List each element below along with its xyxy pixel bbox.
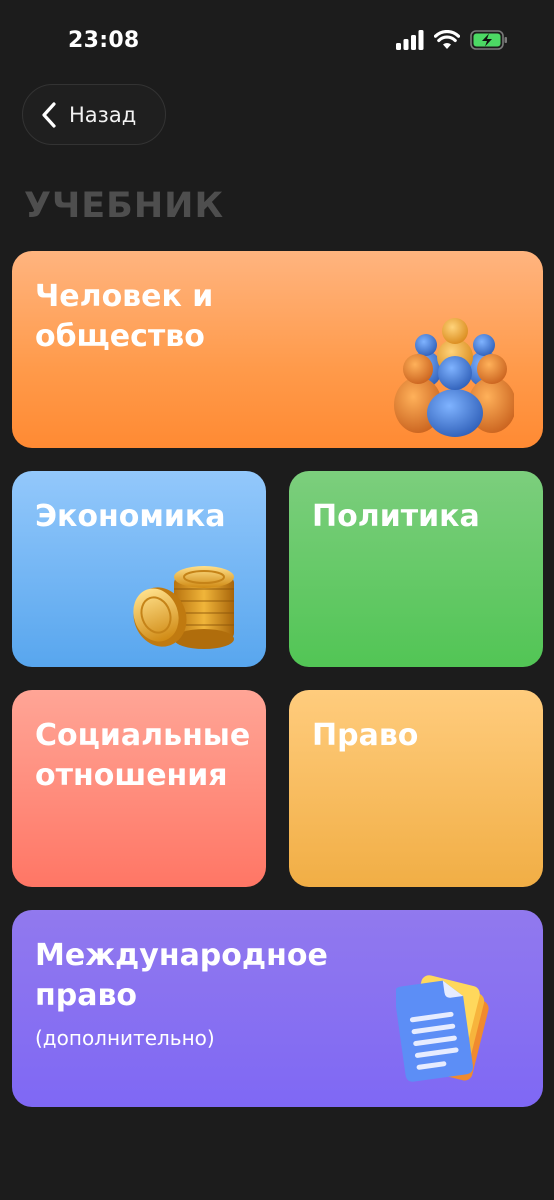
card-law[interactable]: Право — [289, 690, 543, 887]
card-politics[interactable]: Политика — [289, 471, 543, 667]
signal-icon — [396, 30, 424, 50]
chevron-left-icon — [42, 101, 56, 128]
card-title: Человек и общество — [35, 279, 214, 354]
wifi-icon — [434, 30, 460, 49]
card-economy[interactable]: Экономика — [12, 471, 266, 667]
card-social-relations[interactable]: Социальные отношения — [12, 690, 266, 887]
documents-icon — [396, 975, 489, 1082]
status-time: 23:08 — [68, 28, 140, 53]
coins-icon — [133, 566, 234, 649]
screen: 23:08 Назад УЧЕБНИК Человек и общество Э… — [0, 0, 554, 1200]
people-group-icon — [394, 318, 514, 437]
back-button-label: Назад — [69, 102, 137, 127]
card-title: Политика — [312, 499, 480, 534]
card-subtitle: (дополнительно) — [35, 1026, 215, 1050]
back-button[interactable]: Назад — [22, 84, 166, 145]
section-title: УЧЕБНИК — [24, 186, 225, 226]
status-icons — [396, 30, 508, 50]
battery-charging-icon — [470, 30, 507, 50]
card-society[interactable]: Человек и общество — [12, 251, 543, 448]
card-title: Социальные отношения — [35, 718, 251, 793]
card-title: Международное право — [35, 938, 328, 1013]
card-international-law[interactable]: Международное право (дополнительно) — [12, 910, 543, 1107]
card-title: Право — [312, 718, 419, 753]
card-title: Экономика — [35, 499, 226, 534]
